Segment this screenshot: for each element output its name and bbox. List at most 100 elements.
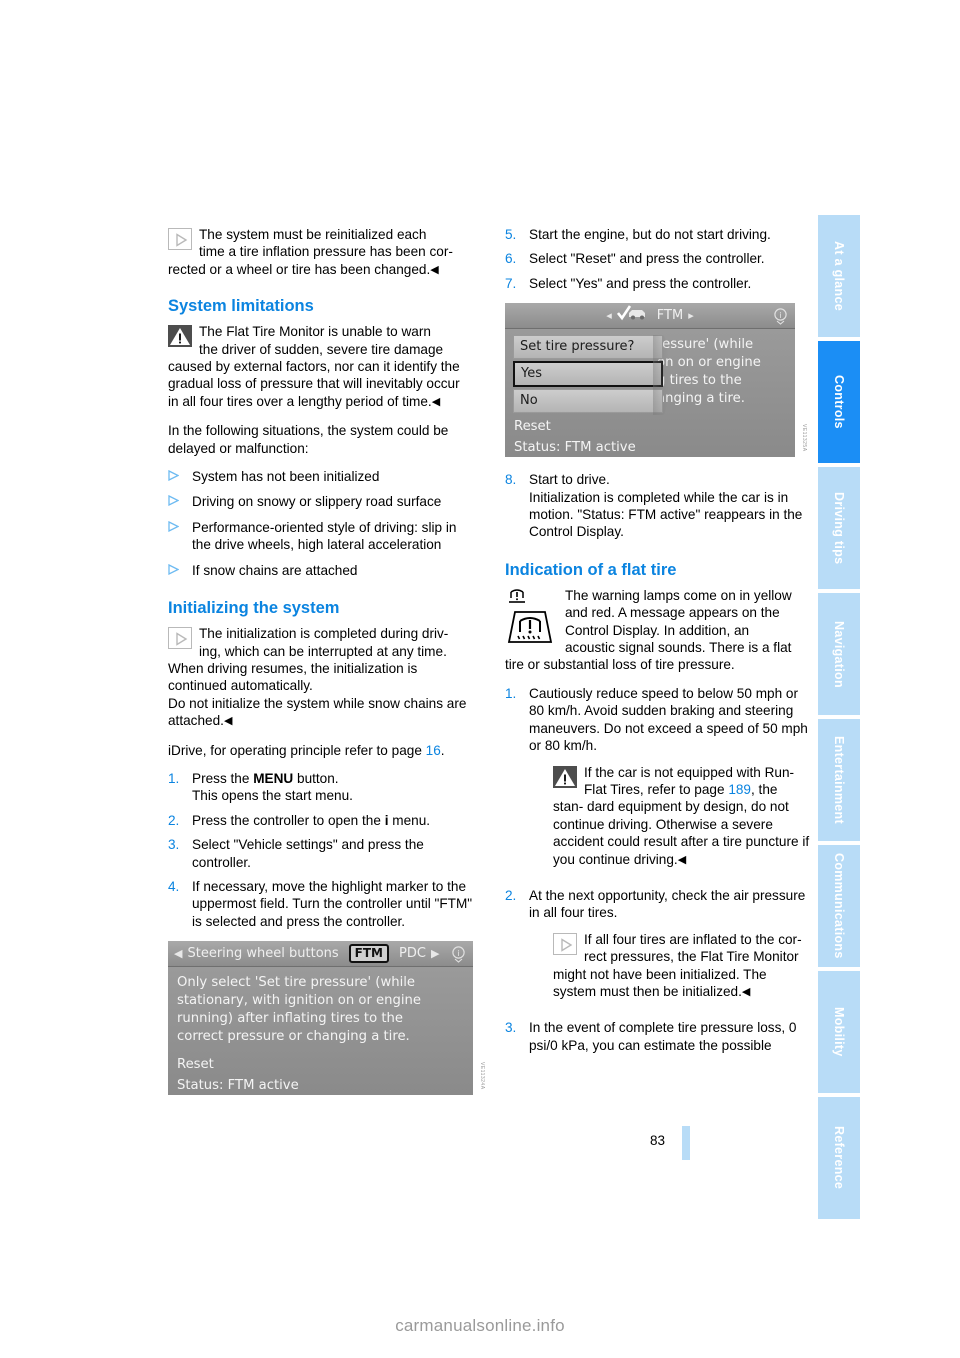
intro-situations: In the following situations, the system …	[168, 423, 449, 456]
list-item: 1. Cautiously reduce speed to below 50 m…	[505, 685, 810, 880]
step-body: Select "Vehicle settings" and press the …	[192, 837, 424, 870]
sidebar-tab-entertainment[interactable]: Entertainment	[818, 719, 860, 841]
dialog-option-no[interactable]: No	[513, 389, 663, 414]
left-text-column: The system must be reinitialized each ti…	[168, 226, 485, 1109]
sidebar-tab-label: Mobility	[832, 1007, 846, 1057]
info-icon[interactable]: i	[450, 945, 467, 963]
list-item: 3. In the event of complete tire pressur…	[505, 1019, 810, 1054]
control-display-options: Reset Status: FTM active	[177, 1056, 464, 1095]
list-item-label: System has not been initialized	[192, 469, 380, 485]
step-body: Select "Yes" and press the controller.	[529, 275, 752, 291]
status-label: Status: FTM active	[177, 1078, 299, 1094]
manual-page: At a glance Controls Driving tips Naviga…	[0, 0, 960, 1358]
idrive-ref-post: .	[440, 742, 445, 758]
control-display-body: Only select 'Set tire pressure' (while s…	[168, 967, 473, 1096]
list-item: 8. Start to drive. Initialization is com…	[505, 471, 810, 541]
note-correct-pressures: If all four tires are inflated to the co…	[553, 931, 810, 1002]
step-keyword: MENU	[253, 770, 294, 786]
info-icon[interactable]: i	[772, 307, 789, 325]
note-reinitialize: The system must be reinitialized each ti…	[168, 226, 473, 279]
menu-chip-ftm[interactable]: FTM	[348, 944, 389, 964]
step-subtext: Initialization is completed while the ca…	[529, 489, 803, 540]
control-display-options: Reset Status: FTM active	[514, 418, 786, 457]
body-line: anging a tire.	[657, 391, 745, 407]
sidebar-tab-driving-tips[interactable]: Driving tips	[818, 467, 860, 589]
step-number: 6.	[505, 251, 517, 267]
sidebar-tab-mobility[interactable]: Mobility	[818, 971, 860, 1093]
page-link-189[interactable]: 189	[728, 782, 751, 797]
car-check-icon	[616, 305, 647, 326]
sidebar-tab-at-a-glance[interactable]: At a glance	[818, 215, 860, 337]
sidebar-tab-label: Reference	[832, 1126, 846, 1190]
warning-triangle-icon	[553, 765, 577, 792]
note-text-l2: rect pressures, the Flat Tire Monitor	[584, 949, 799, 965]
note-endmark: ◀	[223, 715, 233, 728]
prev-arrow-icon[interactable]: ◂	[606, 307, 612, 324]
prev-arrow-icon[interactable]: ◀	[174, 945, 182, 962]
note-endmark: ◀	[741, 985, 751, 998]
list-item-label: If snow chains are attached	[192, 562, 358, 578]
body-line: g tires to the	[657, 373, 742, 389]
step-body: At the next opportunity, check the air p…	[529, 887, 810, 1012]
list-item: 7. Select "Yes" and press the controller…	[505, 275, 810, 292]
triangle-bullet-icon	[168, 519, 192, 554]
initialization-steps: 1. Press the MENU button. This opens the…	[168, 770, 473, 930]
flat-tire-steps: 1. Cautiously reduce speed to below 50 m…	[505, 685, 810, 1054]
step-body: Press the MENU button. This opens the st…	[192, 770, 473, 805]
figure-source-caption: VE11324A	[479, 1061, 485, 1090]
sidebar-tab-communications[interactable]: Communications	[818, 845, 860, 967]
warning-text-l3: Control Display. In addition, an	[565, 622, 750, 638]
step-number: 1.	[168, 770, 180, 786]
note-endmark: ◀	[430, 263, 439, 276]
warning-triangle-icon	[168, 325, 192, 351]
step-body: Start to drive. Initialization is comple…	[529, 471, 810, 541]
note-icon	[168, 228, 192, 250]
idrive-reference: iDrive, for operating principle refer to…	[168, 742, 473, 759]
step-body: If necessary, move the highlight marker …	[192, 878, 473, 929]
svg-text:i: i	[779, 311, 781, 320]
dialog-shadow	[653, 335, 669, 416]
control-display-body: ressure' (while on on or engine g tires …	[505, 329, 795, 458]
option-reset[interactable]: Reset	[177, 1056, 464, 1074]
warning-text-rest: tire or substantial loss of tire pressur…	[505, 657, 735, 673]
sidebar-tab-controls[interactable]: Controls	[818, 341, 860, 463]
body-line: Only select 'Set tire pressure' (while	[177, 975, 416, 991]
list-item: 5. Start the engine, but do not start dr…	[505, 226, 810, 243]
figure-ftm-menu: ◀ Steering wheel buttons FTM PDC ▶ i Onl	[168, 941, 485, 1096]
warning-text-l2: and red. A message appears on the	[565, 605, 780, 621]
dialog-option-yes[interactable]: Yes	[513, 361, 663, 388]
list-item: 2. Press the controller to open the i me…	[168, 812, 473, 829]
list-item: Driving on snowy or slippery road surfac…	[168, 493, 473, 510]
idrive-ref-pre: iDrive, for operating principle refer to…	[168, 742, 426, 758]
control-display-titlebar: ◀ Steering wheel buttons FTM PDC ▶ i	[168, 941, 473, 968]
step-number: 2.	[505, 887, 517, 903]
figure-source-caption: VE11325A	[801, 423, 807, 452]
warning-text-rest: caused by external factors, nor can it i…	[168, 359, 460, 409]
note-text-l2: time a tire inflation pressure has been …	[199, 244, 453, 260]
status-label: Status: FTM active	[514, 440, 636, 456]
warning-endmark: ◀	[677, 853, 687, 866]
option-reset[interactable]: Reset	[514, 418, 786, 436]
body-line: ressure' (while	[657, 337, 754, 353]
triangle-bullet-icon	[168, 468, 192, 485]
step-8-block: 8. Start to drive. Initialization is com…	[505, 471, 810, 541]
step-text: At the next opportunity, check the air p…	[529, 887, 806, 921]
note-icon	[553, 932, 577, 955]
sidebar-tab-label: Controls	[832, 375, 846, 429]
list-item-label: Driving on snowy or slippery road surfac…	[192, 494, 442, 510]
note-text-rest2: Do not initialize the system while snow …	[168, 695, 467, 729]
section-tab-rail: At a glance Controls Driving tips Naviga…	[818, 215, 860, 1219]
next-arrow-icon[interactable]: ▶	[431, 945, 439, 962]
svg-text:i: i	[457, 949, 459, 958]
list-item: 3. Select "Vehicle settings" and press t…	[168, 836, 473, 871]
sidebar-tab-navigation[interactable]: Navigation	[818, 593, 860, 715]
next-arrow-icon[interactable]: ▸	[688, 307, 694, 324]
step-number: 4.	[168, 878, 180, 894]
sidebar-tab-reference[interactable]: Reference	[818, 1097, 860, 1219]
page-link-16[interactable]: 16	[426, 743, 441, 758]
menu-next-pdc[interactable]: PDC	[399, 945, 426, 962]
note-text-rest: might not have been initialized. The sys…	[553, 966, 767, 999]
step-text-post: menu.	[388, 812, 431, 828]
sidebar-tab-label: Driving tips	[832, 491, 846, 565]
warning-system-limitations: The Flat Tire Monitor is unable to warn …	[168, 323, 473, 411]
